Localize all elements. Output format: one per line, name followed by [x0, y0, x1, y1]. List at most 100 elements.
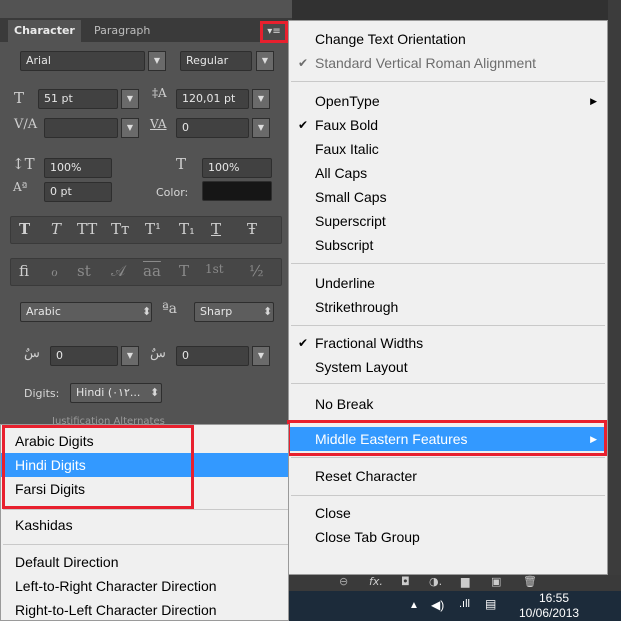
small-caps-button[interactable]: Tт [111, 220, 129, 238]
superscript-button[interactable]: T¹ [145, 220, 161, 238]
horizontal-scale-field[interactable]: 100% [202, 158, 272, 178]
tab-paragraph[interactable]: Paragraph [88, 20, 156, 42]
ordinals-button[interactable]: 1st [205, 262, 224, 276]
menu-item-no-break[interactable]: No Break [289, 392, 607, 416]
arabic-field-2[interactable]: 0 [176, 346, 249, 366]
leading-icon: ‡A [152, 86, 167, 100]
tracking-dropdown[interactable]: ▼ [252, 118, 270, 138]
kashida-icon: سٌ [24, 346, 40, 361]
menu-item-label: Strikethrough [315, 299, 399, 315]
menu-item-label: OpenType [315, 93, 380, 109]
volume-icon[interactable]: ◀) [431, 598, 444, 612]
menu-item-superscript[interactable]: Superscript [289, 209, 607, 233]
menu-item-underline[interactable]: Underline [289, 271, 607, 295]
menu-item-all-caps[interactable]: All Caps [289, 161, 607, 185]
chevron-down-icon: ▼ [257, 94, 265, 103]
power-icon[interactable]: ▤ [485, 597, 496, 611]
panel-bottom-toolbar: ⊖ fx. ◘ ◑. ▆ ▣ 🗑 [289, 575, 621, 591]
antialias-select[interactable]: Sharp [194, 302, 274, 322]
chevron-down-icon: ▼ [153, 56, 161, 65]
arabic-field-2-dropdown[interactable]: ▼ [252, 346, 270, 366]
menu-item-system-layout[interactable]: System Layout [289, 355, 607, 379]
submenu-item-ltr-direction[interactable]: Left-to-Right Character Direction [1, 574, 288, 598]
digits-select[interactable]: Hindi (٠١٢... [70, 383, 162, 403]
menu-item-strikethrough[interactable]: Strikethrough [289, 295, 607, 319]
adjustment-icon[interactable]: ◑. [429, 575, 442, 588]
tray-expand-icon[interactable]: ▲ [409, 600, 419, 611]
menu-item-change-text-orientation[interactable]: Change Text Orientation [289, 27, 607, 51]
menu-item-faux-bold[interactable]: ✔ Faux Bold [289, 113, 607, 137]
digits-label: Digits: [24, 387, 60, 400]
menu-item-opentype[interactable]: OpenType ▶ [289, 89, 607, 113]
panel-flyout-menu: Change Text Orientation ✔ Standard Vertic… [288, 20, 608, 575]
new-layer-icon[interactable]: ▣ [491, 575, 501, 588]
titling-alternates-button[interactable]: T [179, 262, 189, 280]
check-icon: ✔ [298, 56, 309, 70]
trash-icon[interactable]: 🗑 [523, 575, 537, 588]
language-select[interactable]: Arabic [20, 302, 152, 322]
menu-item-standard-vertical-roman-alignment[interactable]: ✔ Standard Vertical Roman Alignment [289, 51, 607, 75]
menu-item-reset-character[interactable]: Reset Character [289, 464, 607, 488]
menu-item-label: No Break [315, 396, 374, 412]
submenu-item-default-direction[interactable]: Default Direction [1, 550, 288, 574]
baseline-shift-field[interactable]: 0 pt [44, 182, 112, 202]
menu-item-faux-italic[interactable]: Faux Italic [289, 137, 607, 161]
font-family-field[interactable]: Arial [20, 51, 145, 71]
kerning-field[interactable] [44, 118, 118, 138]
font-size-field[interactable]: 51 pt [38, 89, 118, 109]
updown-arrows-icon: ⬍ [263, 305, 273, 318]
menu-item-fractional-widths[interactable]: ✔ Fractional Widths [289, 331, 607, 355]
menu-item-small-caps[interactable]: Small Caps [289, 185, 607, 209]
all-caps-button[interactable]: TT [77, 220, 97, 238]
fractions-button[interactable]: ½ [249, 262, 264, 280]
font-size-dropdown[interactable]: ▼ [121, 89, 139, 109]
kerning-icon: V/A [14, 117, 38, 132]
chevron-down-icon: ▼ [257, 351, 265, 360]
link-icon[interactable]: ⊖ [339, 575, 348, 588]
fx-icon[interactable]: fx. [369, 575, 383, 588]
contextual-alternates-button[interactable]: ℴ [51, 262, 58, 280]
vertical-scale-field[interactable]: 100% [44, 158, 112, 178]
clock-time[interactable]: 16:55 [539, 591, 569, 605]
mask-icon[interactable]: ◘ [401, 575, 410, 588]
network-icon[interactable]: .ıll [459, 598, 470, 610]
panel-menu-button[interactable]: ▾≡ [260, 21, 288, 43]
faux-italic-button[interactable]: T [51, 220, 61, 238]
leading-dropdown[interactable]: ▼ [252, 89, 270, 109]
faux-bold-button[interactable]: T [19, 220, 30, 238]
submenu-item-kashidas[interactable]: Kashidas [1, 513, 288, 537]
font-style-dropdown[interactable]: ▼ [256, 51, 274, 71]
panel-menu-icon: ▾≡ [267, 26, 281, 37]
tab-character[interactable]: Character [8, 20, 81, 42]
font-size-icon: T [14, 89, 25, 107]
font-family-dropdown[interactable]: ▼ [148, 51, 166, 71]
updown-arrows-icon: ⬍ [142, 305, 152, 318]
menu-separator [291, 263, 605, 264]
menu-item-close[interactable]: Close [289, 501, 607, 525]
strikethrough-button[interactable]: Ŧ [247, 220, 257, 238]
menu-separator [3, 544, 288, 545]
leading-field[interactable]: 120,01 pt [176, 89, 249, 109]
discretionary-ligatures-button[interactable]: st [77, 262, 91, 280]
swash-button[interactable]: 𝒜 [111, 262, 125, 280]
arabic-field-1[interactable]: 0 [50, 346, 118, 366]
underline-button[interactable]: T [211, 220, 221, 238]
vertical-scale-icon: ↕T [12, 155, 35, 173]
arabic-field-1-dropdown[interactable]: ▼ [121, 346, 139, 366]
submenu-item-rtl-direction[interactable]: Right-to-Left Character Direction [1, 598, 288, 621]
ligatures-button[interactable]: fi [19, 262, 29, 280]
folder-icon[interactable]: ▆ [461, 575, 469, 588]
menu-item-close-tab-group[interactable]: Close Tab Group [289, 525, 607, 549]
tracking-field[interactable]: 0 [176, 118, 249, 138]
panel-tab-bar: Character Paragraph [0, 18, 292, 42]
menu-item-subscript[interactable]: Subscript [289, 233, 607, 257]
kerning-dropdown[interactable]: ▼ [121, 118, 139, 138]
horizontal-scale-icon: T [176, 155, 187, 173]
color-swatch[interactable] [202, 181, 272, 201]
chevron-down-icon: ▼ [257, 123, 265, 132]
subscript-button[interactable]: T₁ [179, 220, 195, 238]
clock-date[interactable]: 10/06/2013 [519, 606, 579, 620]
antialias-icon: ªa [162, 301, 177, 317]
stylistic-alternates-button[interactable]: aa [143, 262, 161, 280]
font-style-field[interactable]: Regular [180, 51, 252, 71]
